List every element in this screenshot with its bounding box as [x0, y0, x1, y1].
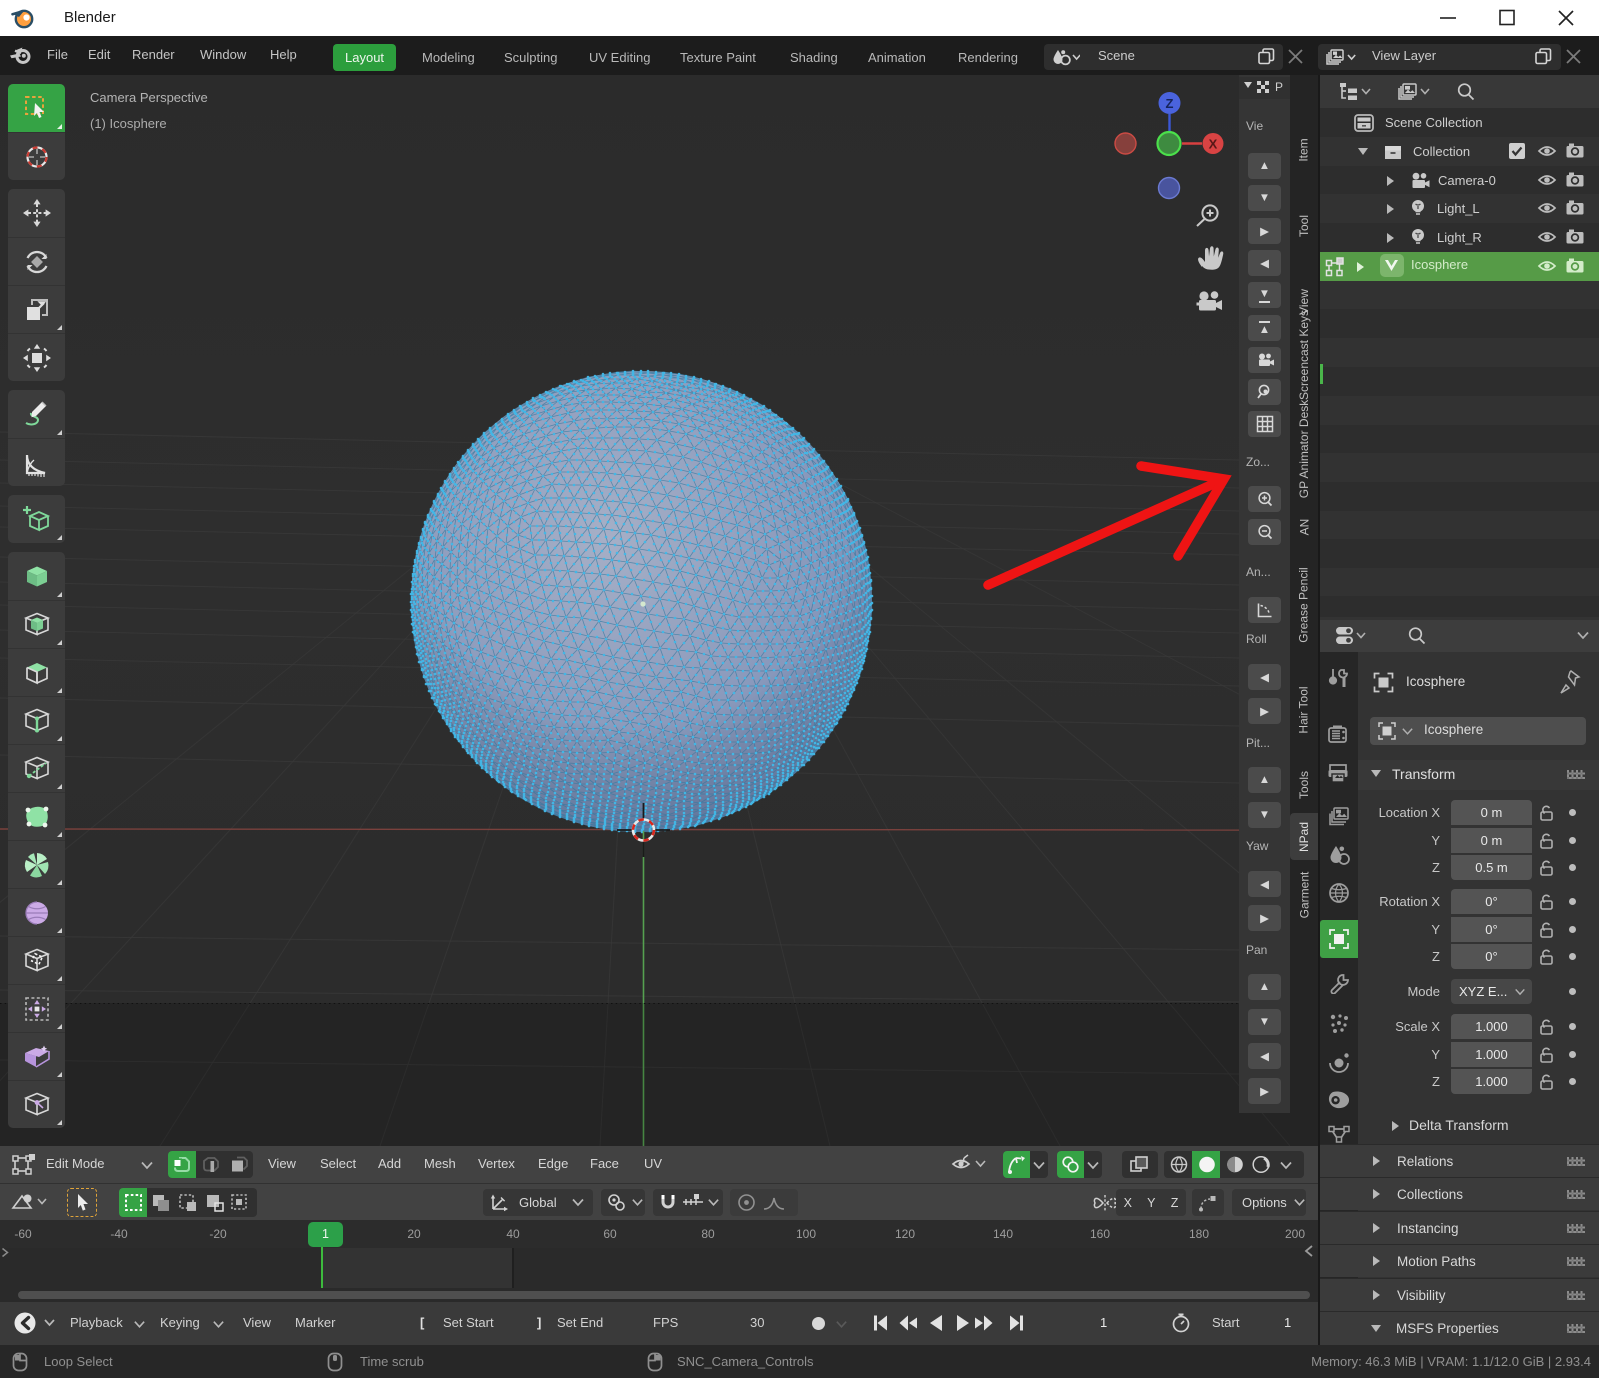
svg-text:Z: Z [1166, 96, 1174, 111]
svg-text:X: X [1209, 137, 1218, 152]
